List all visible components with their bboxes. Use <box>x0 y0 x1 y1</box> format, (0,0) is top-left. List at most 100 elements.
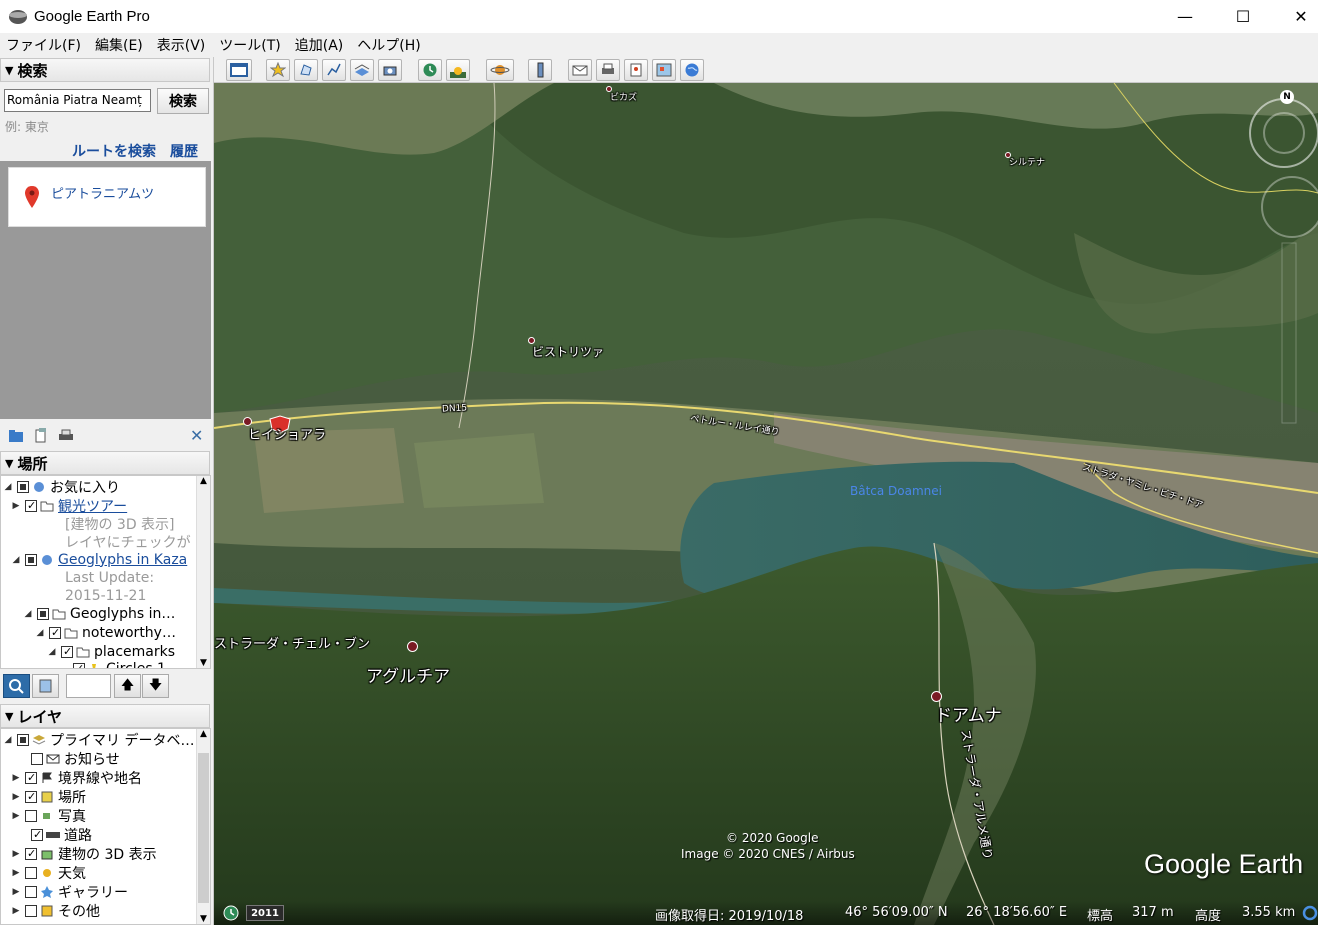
collapse-arrow-icon[interactable]: ◢ <box>35 628 45 638</box>
map-view[interactable]: N ビカズ シルテナ ビストリツァ ヒイショアラ DN15 ペトルー・ルレイ通り… <box>214 83 1318 925</box>
ruler-button[interactable] <box>528 59 552 81</box>
tree-row[interactable]: ◢ noteworthy… <box>35 623 176 642</box>
expand-arrow-icon[interactable]: ▶ <box>11 811 21 821</box>
search-places-button[interactable] <box>3 674 30 698</box>
checkbox[interactable] <box>61 645 73 658</box>
tree-row[interactable]: ▶ ギャラリー <box>11 882 128 901</box>
expand-arrow-icon[interactable]: ▶ <box>11 849 21 859</box>
expand-arrow-icon[interactable]: ▶ <box>11 501 21 511</box>
historical-year-badge[interactable]: 2011 <box>246 905 284 921</box>
expand-arrow-icon[interactable]: ▶ <box>11 868 21 878</box>
places-filter-input[interactable] <box>66 674 111 698</box>
layers-section-header[interactable]: ▼ レイヤ <box>0 704 210 728</box>
scroll-down-icon[interactable]: ▼ <box>197 914 210 924</box>
sidebar-toggle-button[interactable] <box>226 59 252 81</box>
tree-label[interactable]: Geoglyphs in Kaza <box>58 552 187 568</box>
scroll-up-icon[interactable]: ▲ <box>197 476 210 486</box>
checkbox[interactable] <box>25 885 37 898</box>
collapse-arrow-icon[interactable]: ◢ <box>3 735 13 745</box>
maximize-button[interactable]: ☐ <box>1214 0 1272 33</box>
menu-file[interactable]: ファイル(F) <box>6 35 81 55</box>
tree-row[interactable]: お知らせ <box>31 749 120 768</box>
toggle-view-button[interactable] <box>32 674 59 698</box>
planets-button[interactable] <box>486 59 514 81</box>
scroll-thumb[interactable] <box>198 753 209 903</box>
search-button[interactable]: 検索 <box>157 88 209 114</box>
add-polygon-button[interactable] <box>294 59 318 81</box>
view-in-maps-button[interactable] <box>652 59 676 81</box>
checkbox[interactable] <box>17 733 29 746</box>
checkbox[interactable] <box>25 809 37 822</box>
move-down-icon[interactable]: 🡇 <box>142 674 169 698</box>
tree-row[interactable]: ◢ プライマリ データベ… <box>3 730 195 749</box>
collapse-arrow-icon[interactable]: ◢ <box>23 609 33 619</box>
scroll-up-icon[interactable]: ▲ <box>197 729 210 739</box>
route-search-link[interactable]: ルートを検索 <box>72 141 156 161</box>
checkbox[interactable] <box>73 662 85 668</box>
move-up-icon[interactable]: 🡅 <box>114 674 141 698</box>
tree-row[interactable]: ▶ 写真 <box>11 806 86 825</box>
tree-row[interactable]: 道路 <box>31 825 92 844</box>
tree-row[interactable]: ◢ Geoglyphs in… <box>23 604 176 623</box>
expand-arrow-icon[interactable]: ▶ <box>11 773 21 783</box>
historical-clock-icon[interactable] <box>223 905 239 921</box>
menu-add[interactable]: 追加(A) <box>295 35 344 55</box>
add-folder-icon[interactable] <box>8 429 24 443</box>
add-path-button[interactable] <box>322 59 346 81</box>
checkbox[interactable] <box>31 752 43 765</box>
layers-scrollbar[interactable]: ▲ ▼ <box>196 729 210 924</box>
print-icon[interactable] <box>58 429 74 443</box>
menu-tools[interactable]: ツール(T) <box>219 35 280 55</box>
save-image-button[interactable] <box>624 59 648 81</box>
search-section-header[interactable]: ▼ 検索 <box>0 58 210 82</box>
menu-edit[interactable]: 編集(E) <box>95 35 143 55</box>
tree-row[interactable]: ◢ お気に入り <box>3 477 120 496</box>
expand-arrow-icon[interactable]: ▶ <box>11 906 21 916</box>
checkbox[interactable] <box>25 866 37 879</box>
checkbox[interactable] <box>25 771 37 784</box>
menu-view[interactable]: 表示(V) <box>157 35 206 55</box>
historical-imagery-button[interactable] <box>418 59 442 81</box>
close-button[interactable]: ✕ <box>1272 0 1318 33</box>
tree-row[interactable]: ◢ Geoglyphs in Kaza <box>11 550 188 569</box>
checkbox[interactable] <box>25 790 37 803</box>
checkbox[interactable] <box>25 904 37 917</box>
menu-help[interactable]: ヘルプ(H) <box>357 35 420 55</box>
tree-row[interactable]: ▶ 観光ツアー <box>11 496 128 516</box>
places-section-header[interactable]: ▼ 場所 <box>0 451 210 475</box>
collapse-arrow-icon[interactable]: ◢ <box>47 647 57 657</box>
checkbox[interactable] <box>31 828 43 841</box>
collapse-arrow-icon[interactable]: ◢ <box>11 555 21 565</box>
close-pane-icon[interactable]: ✕ <box>190 426 203 445</box>
sunlight-button[interactable] <box>446 59 470 81</box>
checkbox[interactable] <box>25 499 37 512</box>
satellite-imagery[interactable] <box>214 83 1318 925</box>
email-button[interactable] <box>568 59 592 81</box>
expand-arrow-icon[interactable]: ▶ <box>11 887 21 897</box>
poi-marker[interactable] <box>407 641 418 652</box>
search-input[interactable]: România Piatra Neamț <box>4 89 151 112</box>
print-button[interactable] <box>596 59 620 81</box>
copy-icon[interactable] <box>34 428 48 444</box>
checkbox[interactable] <box>25 553 37 566</box>
compass-north-icon[interactable]: N <box>1280 90 1294 104</box>
tree-row[interactable]: Circles 1 <box>73 659 166 668</box>
add-image-overlay-button[interactable] <box>350 59 374 81</box>
collapse-arrow-icon[interactable]: ◢ <box>3 482 13 492</box>
tree-row[interactable]: ▶ 天気 <box>11 863 86 882</box>
checkbox[interactable] <box>49 626 61 639</box>
history-link[interactable]: 履歴 <box>170 141 198 161</box>
minimize-button[interactable]: — <box>1156 0 1214 33</box>
tree-row[interactable]: ▶ 建物の 3D 表示 <box>11 844 157 863</box>
checkbox[interactable] <box>37 607 49 620</box>
tree-row[interactable]: ▶ 場所 <box>11 787 86 806</box>
record-tour-button[interactable] <box>378 59 402 81</box>
add-placemark-button[interactable] <box>266 59 290 81</box>
tree-label[interactable]: 観光ツアー <box>58 496 127 516</box>
scroll-down-icon[interactable]: ▼ <box>197 658 210 668</box>
tree-row[interactable]: ▶ 境界線や地名 <box>11 768 142 787</box>
earth-view-button[interactable] <box>680 59 704 81</box>
tree-row[interactable]: ▶ その他 <box>11 901 100 920</box>
places-scrollbar[interactable]: ▲ ▼ <box>196 476 210 668</box>
search-result-card[interactable]: ピアトラニアムツ <box>8 167 206 227</box>
